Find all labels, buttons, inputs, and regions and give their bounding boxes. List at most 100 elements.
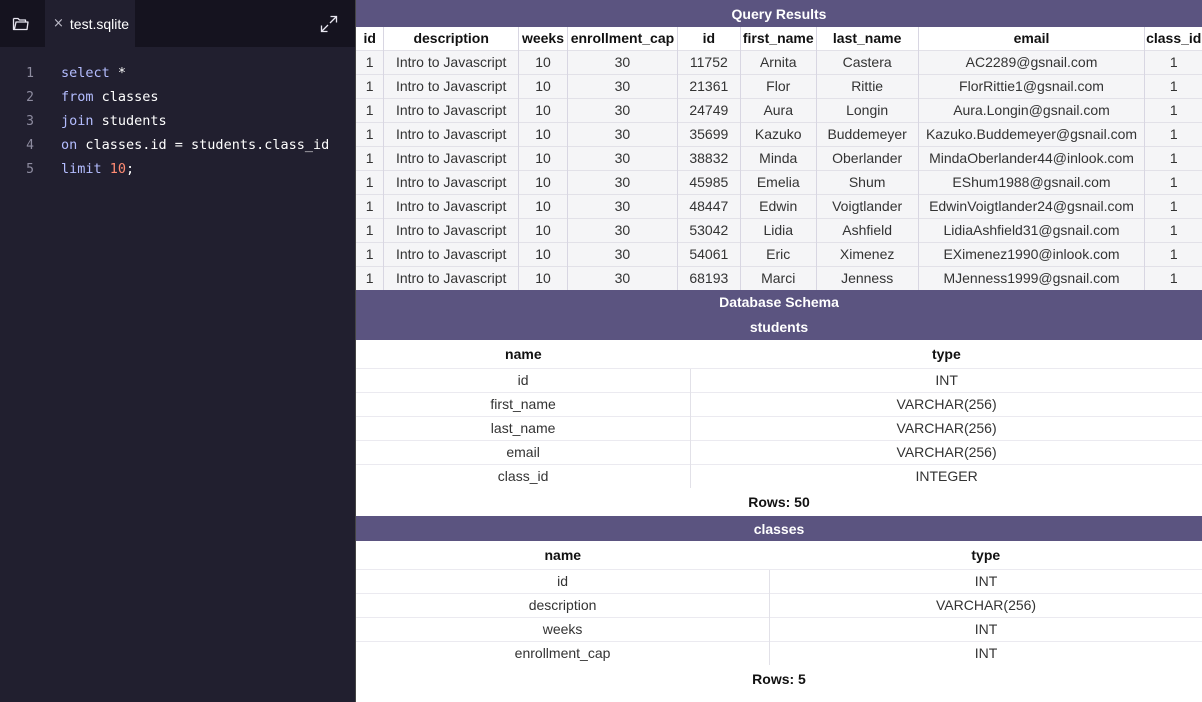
table-row: 1 Intro to Javascript 10 30 38832 Minda Oberla… — [356, 145, 1202, 170]
schema-field-type: INT — [690, 367, 1202, 392]
column-header: description — [383, 27, 519, 50]
table-cell: 1 — [356, 241, 384, 266]
table-cell: 30 — [566, 217, 678, 242]
schema-field-name: email — [356, 439, 691, 464]
table-cell: FlorRittie1@gsnail.com — [917, 73, 1145, 98]
expand-icon — [320, 15, 338, 33]
table-row: 1 Intro to Javascript 10 30 35699 Kazuko Budde… — [356, 121, 1202, 146]
line-content: join students — [61, 113, 167, 129]
line-number: 2 — [26, 89, 34, 105]
table-row: 1 Intro to Javascript 10 30 24749 Aura Longin A… — [356, 97, 1202, 122]
table-cell: Flor — [739, 73, 817, 98]
table-row: 1 Intro to Javascript 10 30 21361 Flor Rittie F… — [356, 73, 1202, 98]
table-cell: Buddemeyer — [815, 121, 919, 146]
table-cell: Rittie — [815, 73, 919, 98]
file-tab[interactable]: × test.sqlite — [45, 0, 135, 47]
sql-keyword: limit — [61, 161, 102, 177]
schema-name-header: name — [356, 541, 770, 569]
schema-row: class_id INTEGER — [356, 463, 1202, 488]
table-cell: 10 — [518, 193, 568, 218]
table-cell: 10 — [518, 241, 568, 266]
table-cell: EXimenez1990@inlook.com — [917, 241, 1145, 266]
table-cell: Intro to Javascript — [383, 193, 519, 218]
table-cell: 1 — [1144, 193, 1202, 218]
line-number: 3 — [26, 113, 34, 129]
schema-field-type: INTEGER — [690, 463, 1202, 488]
code-area[interactable]: 1 select * 2 from classes 3 join students 4 on … — [0, 61, 355, 181]
table-cell: 53042 — [676, 217, 741, 242]
table-row: 1 Intro to Javascript 10 30 54061 Eric Ximenez… — [356, 241, 1202, 266]
code-line: 5 limit 10; — [0, 157, 355, 181]
table-cell: Lidia — [739, 217, 817, 242]
rows-count: Rows: 5 — [356, 665, 1202, 693]
table-cell: 10 — [518, 49, 568, 74]
table-row: 1 Intro to Javascript 10 30 53042 Lidia Ashfie… — [356, 217, 1202, 242]
table-cell: 30 — [566, 121, 678, 146]
query-results-table: id description weeks enrollment_cap id first_… — [356, 27, 1202, 290]
schema-field-type: VARCHAR(256) — [769, 592, 1202, 617]
table-cell: 30 — [566, 145, 678, 170]
expand-button[interactable] — [318, 13, 340, 35]
column-header: id — [676, 27, 741, 50]
table-cell: 10 — [518, 145, 568, 170]
table-cell: 45985 — [676, 169, 741, 194]
editor-tab-bar: × test.sqlite — [0, 0, 355, 47]
close-icon[interactable]: × — [53, 17, 64, 30]
table-cell: 10 — [518, 121, 568, 146]
table-cell: Intro to Javascript — [383, 121, 519, 146]
sql-text: * — [109, 65, 127, 81]
table-cell: 38832 — [676, 145, 741, 170]
sql-text: classes — [93, 89, 159, 105]
schema-field-name: class_id — [356, 463, 691, 488]
schema-row: id INT — [356, 367, 1202, 392]
schema-type-header: type — [769, 541, 1202, 569]
table-cell: Edwin — [739, 193, 817, 218]
line-content: limit 10; — [61, 161, 134, 177]
code-line: 3 join students — [0, 109, 355, 133]
table-cell: Castera — [815, 49, 919, 74]
column-header: id — [356, 27, 384, 50]
results-panel: Query Results id description weeks enrollme… — [355, 0, 1202, 702]
line-content: select * — [61, 65, 126, 81]
table-cell: 1 — [356, 121, 384, 146]
schema-field-type: INT — [769, 640, 1202, 665]
table-cell: 21361 — [676, 73, 741, 98]
table-cell: Intro to Javascript — [383, 169, 519, 194]
schema-field-name: id — [356, 367, 691, 392]
column-header: class_id — [1144, 27, 1202, 50]
schema-field-name: first_name — [356, 391, 691, 416]
table-cell: 24749 — [676, 97, 741, 122]
schema-field-name: enrollment_cap — [356, 640, 770, 665]
table-cell: 30 — [566, 97, 678, 122]
table-cell: Ashfield — [815, 217, 919, 242]
table-cell: Oberlander — [815, 145, 919, 170]
table-cell: Ximenez — [815, 241, 919, 266]
table-cell: Aura.Longin@gsnail.com — [917, 97, 1145, 122]
rows-count: Rows: 50 — [356, 488, 1202, 516]
table-cell: 1 — [1144, 49, 1202, 74]
table-row: 1 Intro to Javascript 10 30 11752 Arnita Caste… — [356, 49, 1202, 74]
table-cell: Intro to Javascript — [383, 265, 519, 290]
table-cell: Shum — [815, 169, 919, 194]
column-header: weeks — [518, 27, 568, 50]
table-row: 1 Intro to Javascript 10 30 48447 Edwin Voigtl… — [356, 193, 1202, 218]
table-cell: 30 — [566, 241, 678, 266]
table-cell: Emelia — [739, 169, 817, 194]
schema-field-type: INT — [769, 568, 1202, 593]
schema-field-name: last_name — [356, 415, 691, 440]
schema-name-header: name — [356, 340, 691, 368]
table-cell: 10 — [518, 169, 568, 194]
column-header: email — [917, 27, 1145, 50]
folder-button[interactable] — [0, 0, 40, 47]
sql-number: 10 — [109, 161, 127, 177]
line-number: 4 — [26, 137, 34, 153]
table-cell: 1 — [356, 265, 384, 290]
table-cell: 35699 — [676, 121, 741, 146]
table-cell: Intro to Javascript — [383, 217, 519, 242]
code-line: 1 select * — [0, 61, 355, 85]
schema-row: description VARCHAR(256) — [356, 592, 1202, 617]
table-cell: Marci — [739, 265, 817, 290]
table-cell: 10 — [518, 97, 568, 122]
table-cell: Kazuko — [739, 121, 817, 146]
